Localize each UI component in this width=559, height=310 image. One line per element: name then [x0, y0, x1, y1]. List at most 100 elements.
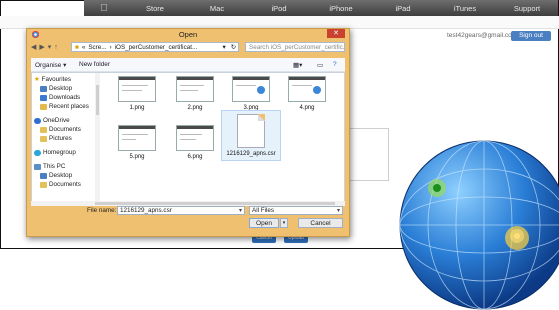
nav-downloads[interactable]: Downloads [40, 94, 80, 101]
nav-onedrive[interactable]: OneDrive [34, 117, 70, 124]
nav-label: Desktop [49, 172, 73, 179]
navigation-pane: ★ Favourites Desktop Downloads Recent pla… [32, 73, 96, 201]
account-email: test42gears@gmail.com [447, 32, 518, 39]
file-type-value: All Files [252, 207, 275, 214]
image-thumbnail [118, 76, 156, 102]
nav-ipad[interactable]: iPad [372, 4, 434, 13]
computer-icon [34, 163, 41, 170]
chevron-down-icon[interactable]: ▾ [239, 207, 242, 215]
nav-this-pc[interactable]: This PC [34, 163, 65, 170]
nav-label: OneDrive [43, 117, 70, 124]
breadcrumb-segment[interactable]: Scre... [88, 44, 106, 51]
image-thumbnail [176, 76, 214, 102]
image-thumbnail [288, 76, 326, 102]
cancel-button[interactable]: Cancel [298, 218, 343, 228]
file-name-input[interactable]: 1216129_apns.csr ▾ [117, 206, 245, 215]
file-name-label: File name: [87, 207, 117, 214]
back-arrow-icon[interactable]: ◀ [31, 43, 36, 51]
file-item[interactable]: 3.png [226, 76, 276, 111]
file-item-highlight: 1216129_apns.csr [221, 110, 281, 161]
nav-label: This PC [43, 163, 66, 170]
nav-label: Downloads [49, 94, 81, 101]
nav-label: Recent places [49, 103, 89, 110]
file-name-value: 1216129_apns.csr [120, 207, 172, 214]
file-name: 5.png [129, 154, 145, 160]
navigation-buttons: ◀ ▶ ▾ ↑ [31, 43, 58, 52]
sign-out-button[interactable]: Sign out [511, 31, 551, 41]
nav-label: Pictures [49, 135, 72, 142]
dialog-title: Open [178, 30, 198, 39]
nav-pc-desktop[interactable]: Desktop [40, 172, 72, 179]
nav-mac[interactable]: Mac [186, 4, 248, 13]
file-name: 1.png [129, 105, 145, 111]
nav-homegroup[interactable]: Homegroup [34, 149, 76, 156]
folder-icon [40, 126, 47, 133]
new-folder-button[interactable]: New folder [79, 61, 110, 68]
desktop-icon [40, 85, 47, 92]
nav-label: Favourites [41, 76, 72, 83]
file-name: 1216129_apns.csr [226, 151, 276, 157]
preview-pane-icon[interactable]: ▭ [317, 61, 323, 69]
downloads-icon [40, 94, 47, 101]
view-options-icon[interactable]: ▦▾ [293, 61, 302, 69]
file-item[interactable]: 6.png [170, 125, 220, 160]
close-icon[interactable]: ✕ [327, 29, 345, 38]
organise-menu[interactable]: Organise ▾ [35, 61, 66, 69]
history-dropdown-icon[interactable]: ▾ [48, 43, 52, 51]
recent-places-icon [40, 103, 47, 110]
nav-iphone[interactable]: iPhone [310, 4, 372, 13]
apple-logo-icon[interactable]:  [84, 3, 124, 14]
navigation-pane-scrollbar[interactable] [95, 73, 100, 201]
file-item[interactable]: 4.png [282, 76, 332, 111]
file-item[interactable]: 2.png [170, 76, 220, 111]
breadcrumb-separator-icon: « [81, 43, 86, 51]
nav-support[interactable]: Support [496, 4, 558, 13]
nav-store[interactable]: Store [124, 4, 186, 13]
nav-label: Documents [49, 126, 81, 133]
file-item-selected[interactable]: 1216129_apns.csr [221, 110, 281, 161]
chevron-down-icon[interactable]: ▾ [337, 207, 340, 215]
refresh-icon[interactable]: ↻ [231, 44, 238, 51]
folder-icon: ■ [75, 43, 79, 51]
file-type-select[interactable]: All Files ▾ [249, 206, 343, 215]
scrollbar-thumb[interactable] [96, 85, 99, 115]
open-button[interactable]: Open [249, 218, 279, 228]
nav-pc-documents[interactable]: Documents [40, 181, 81, 188]
chevron-down-icon[interactable]: ▾ [223, 44, 228, 51]
nav-ipod[interactable]: iPod [248, 4, 310, 13]
dialog-title-bar[interactable]: Open ✕ [27, 29, 349, 40]
nav-label: Homegroup [43, 149, 76, 156]
image-thumbnail [176, 125, 214, 151]
scrollbar-thumb[interactable] [95, 202, 335, 205]
nav-pictures[interactable]: Pictures [40, 135, 72, 142]
nav-documents[interactable]: Documents [40, 126, 81, 133]
search-input[interactable]: Search iOS_perCustomer_certific... [245, 42, 345, 52]
file-item[interactable]: 1.png [112, 76, 162, 111]
open-file-dialog: Open ✕ ◀ ▶ ▾ ↑ ■ « Scre... › iOS_perCust… [26, 28, 350, 237]
up-arrow-icon[interactable]: ↑ [54, 44, 58, 51]
globe-illustration [399, 140, 559, 310]
file-list: 1.png 2.png 3.png 4.png 5.png 6.png 1216… [102, 73, 342, 201]
address-bar[interactable]: ■ « Scre... › iOS_perCustomer_certificat… [71, 42, 239, 52]
address-row: ◀ ▶ ▾ ↑ ■ « Scre... › iOS_perCustomer_ce… [31, 41, 345, 55]
file-name: 2.png [187, 105, 203, 111]
nav-recent-places[interactable]: Recent places [40, 103, 89, 110]
nav-favourites[interactable]: ★ Favourites [34, 76, 71, 83]
folder-icon [40, 135, 47, 142]
nav-label: Documents [49, 181, 81, 188]
help-icon[interactable]: ? [333, 61, 337, 68]
nav-label: Desktop [49, 85, 73, 92]
homegroup-icon [34, 149, 41, 156]
desktop-icon [40, 172, 47, 179]
nav-desktop[interactable]: Desktop [40, 85, 72, 92]
forward-arrow-icon[interactable]: ▶ [39, 43, 44, 51]
image-thumbnail [232, 76, 270, 102]
file-name: 6.png [187, 154, 203, 160]
breadcrumb-segment[interactable]: iOS_perCustomer_certificat... [115, 44, 198, 51]
breadcrumb-separator-icon: › [109, 43, 112, 51]
file-item[interactable]: 5.png [112, 125, 162, 160]
open-options-dropdown-icon[interactable]: ▾ [280, 218, 288, 228]
nav-itunes[interactable]: iTunes [434, 4, 496, 13]
star-icon: ★ [34, 76, 40, 83]
file-name: 4.png [299, 105, 315, 111]
